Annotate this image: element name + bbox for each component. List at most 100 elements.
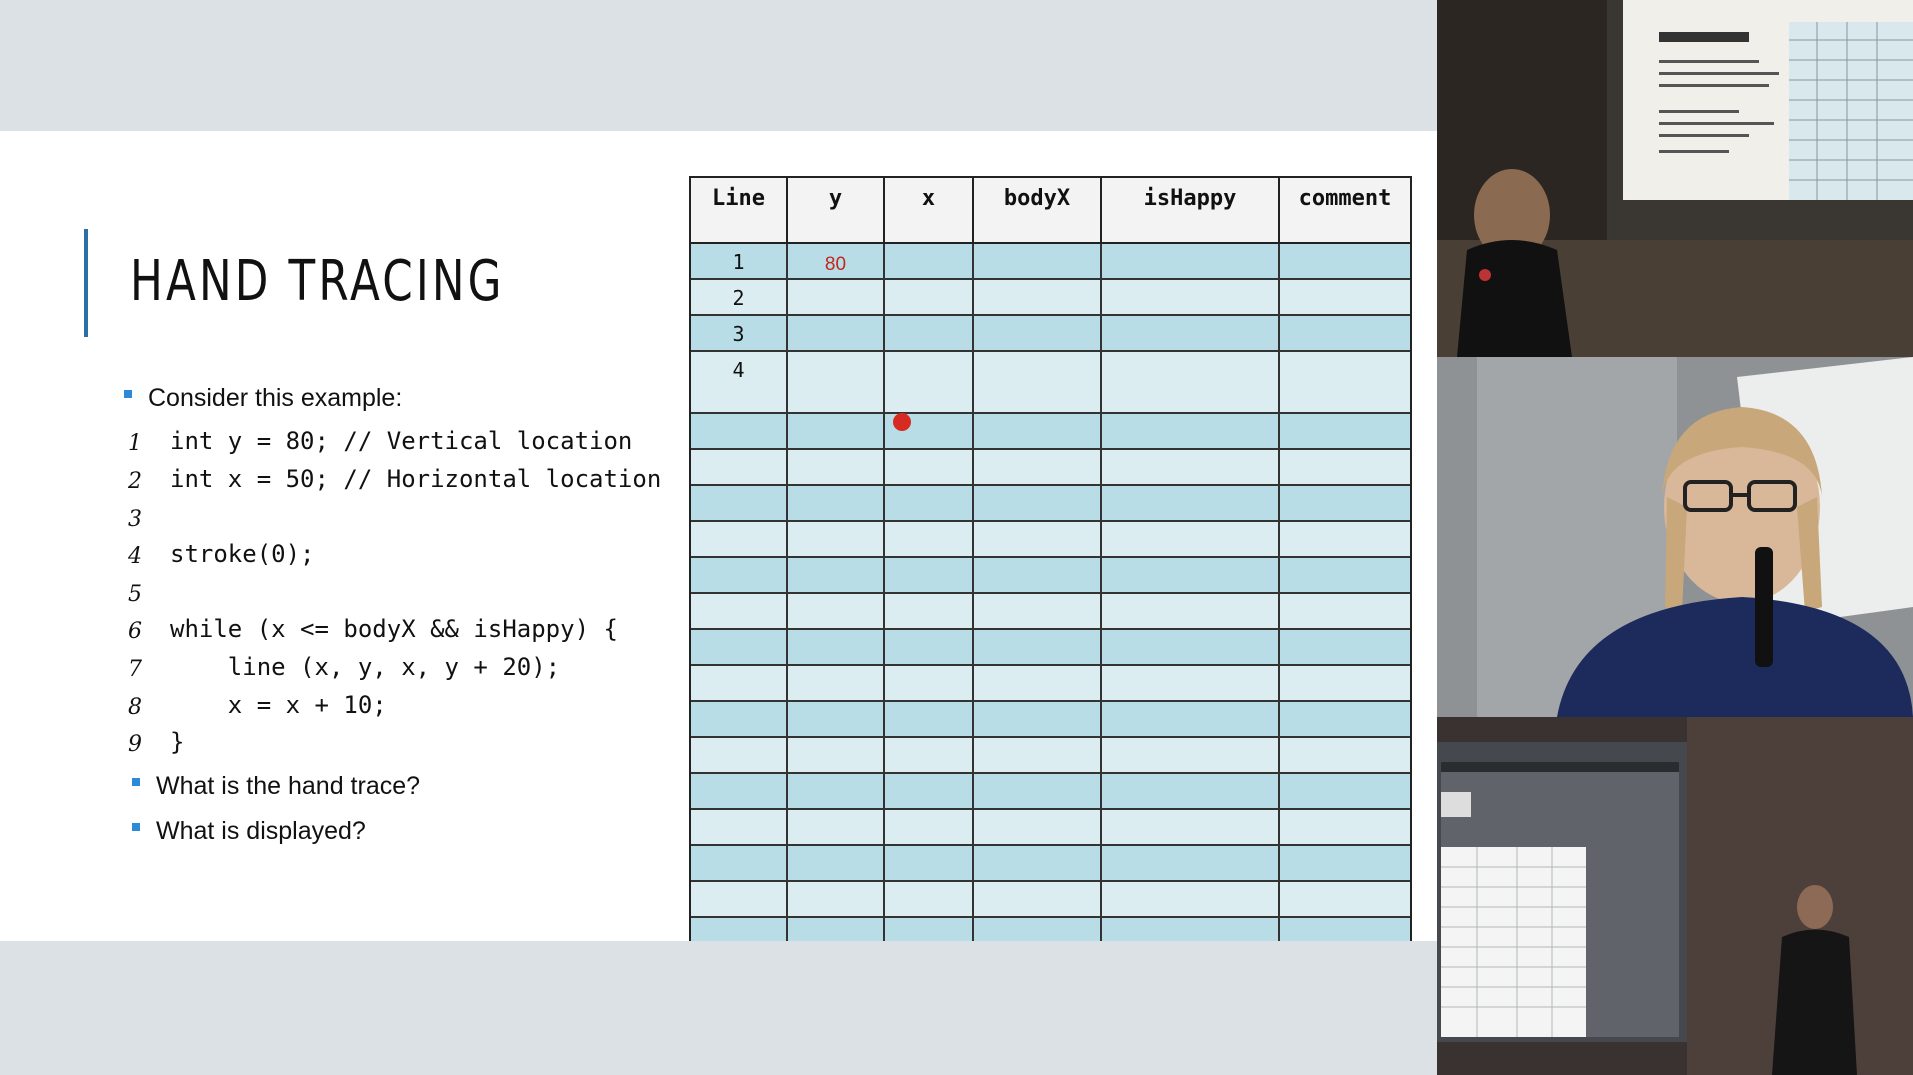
table-cell <box>788 918 885 941</box>
table-cell <box>691 630 788 664</box>
table-row <box>691 630 1410 666</box>
table-cell <box>1280 594 1410 628</box>
table-cell <box>1280 630 1410 664</box>
table-row <box>691 486 1410 522</box>
table-cell <box>788 352 885 412</box>
table-cell <box>1102 522 1280 556</box>
table-cell <box>885 774 974 808</box>
slide: HAND TRACING Consider this example: 1 in… <box>0 131 1437 941</box>
table-cell <box>691 738 788 772</box>
code-line: 6 while (x <= bodyX && isHappy) { <box>128 615 618 644</box>
code-line: 1 int y = 80; // Vertical location <box>128 427 633 456</box>
question-bullet: What is the hand trace? <box>132 772 420 801</box>
webcam-feed-room <box>1437 717 1913 1075</box>
table-cell <box>974 486 1102 520</box>
table-cell <box>788 594 885 628</box>
table-cell <box>885 666 974 700</box>
table-cell <box>691 558 788 592</box>
table-cell <box>788 702 885 736</box>
table-cell <box>974 738 1102 772</box>
table-cell <box>1280 846 1410 880</box>
table-cell <box>1102 280 1280 314</box>
table-cell <box>691 486 788 520</box>
table-cell <box>1102 810 1280 844</box>
table-cell <box>885 316 974 350</box>
table-row <box>691 918 1410 941</box>
header-ishappy: isHappy <box>1102 178 1280 242</box>
table-cell <box>788 666 885 700</box>
table-row: 4 <box>691 352 1410 414</box>
table-cell <box>1102 738 1280 772</box>
table-cell <box>691 414 788 448</box>
intro-bullet: Consider this example: <box>124 384 402 413</box>
presentation-area: HAND TRACING Consider this example: 1 in… <box>0 0 1437 1075</box>
table-cell <box>974 450 1102 484</box>
table-cell <box>885 594 974 628</box>
table-cell <box>974 918 1102 941</box>
table-cell <box>974 774 1102 808</box>
table-cell <box>1102 774 1280 808</box>
table-cell <box>885 846 974 880</box>
table-cell <box>1102 414 1280 448</box>
table-cell <box>691 882 788 916</box>
table-cell <box>788 414 885 448</box>
table-row <box>691 594 1410 630</box>
table-cell <box>885 882 974 916</box>
table-cell <box>885 810 974 844</box>
table-cell <box>1102 352 1280 412</box>
table-cell <box>885 280 974 314</box>
table-row <box>691 450 1410 486</box>
table-cell <box>1280 244 1410 278</box>
table-cell <box>1102 630 1280 664</box>
header-bodyx: bodyX <box>974 178 1102 242</box>
webcam-room-image <box>1437 717 1913 1075</box>
table-cell <box>1102 702 1280 736</box>
table-cell <box>788 558 885 592</box>
table-cell <box>974 280 1102 314</box>
table-cell <box>788 810 885 844</box>
table-cell <box>691 522 788 556</box>
table-cell <box>1102 558 1280 592</box>
table-cell <box>885 558 974 592</box>
table-cell <box>974 244 1102 278</box>
table-cell <box>691 846 788 880</box>
table-cell <box>788 882 885 916</box>
webcam-speaker-image <box>1437 357 1913 717</box>
table-row <box>691 810 1410 846</box>
table-cell <box>1280 486 1410 520</box>
header-x: x <box>885 178 974 242</box>
table-cell <box>691 918 788 941</box>
table-cell <box>1280 280 1410 314</box>
table-cell <box>691 702 788 736</box>
table-cell: 80 <box>788 244 885 278</box>
table-cell <box>1102 882 1280 916</box>
table-cell <box>1280 558 1410 592</box>
table-cell <box>1280 774 1410 808</box>
table-cell <box>1102 846 1280 880</box>
bullet-square-icon <box>132 823 140 832</box>
table-cell <box>974 558 1102 592</box>
table-cell <box>1280 316 1410 350</box>
trace-table: Line y x bodyX isHappy comment 1 80 2 3 4 <box>689 176 1412 941</box>
table-cell <box>974 414 1102 448</box>
table-cell <box>691 810 788 844</box>
table-cell <box>1280 918 1410 941</box>
code-line: 7 line (x, y, x, y + 20); <box>128 653 561 682</box>
table-cell <box>788 450 885 484</box>
table-cell: 1 <box>691 244 788 278</box>
table-cell: 2 <box>691 280 788 314</box>
table-cell <box>691 594 788 628</box>
bullet-square-icon <box>124 390 132 399</box>
table-row: 3 <box>691 316 1410 352</box>
table-cell <box>974 352 1102 412</box>
webcam-feed-speaker <box>1437 357 1913 717</box>
table-cell <box>788 280 885 314</box>
table-cell <box>885 522 974 556</box>
code-line: 3 <box>128 507 142 532</box>
table-cell: 3 <box>691 316 788 350</box>
table-cell <box>1280 882 1410 916</box>
table-cell <box>974 810 1102 844</box>
table-cell <box>1102 918 1280 941</box>
table-cell <box>788 774 885 808</box>
table-cell <box>691 774 788 808</box>
